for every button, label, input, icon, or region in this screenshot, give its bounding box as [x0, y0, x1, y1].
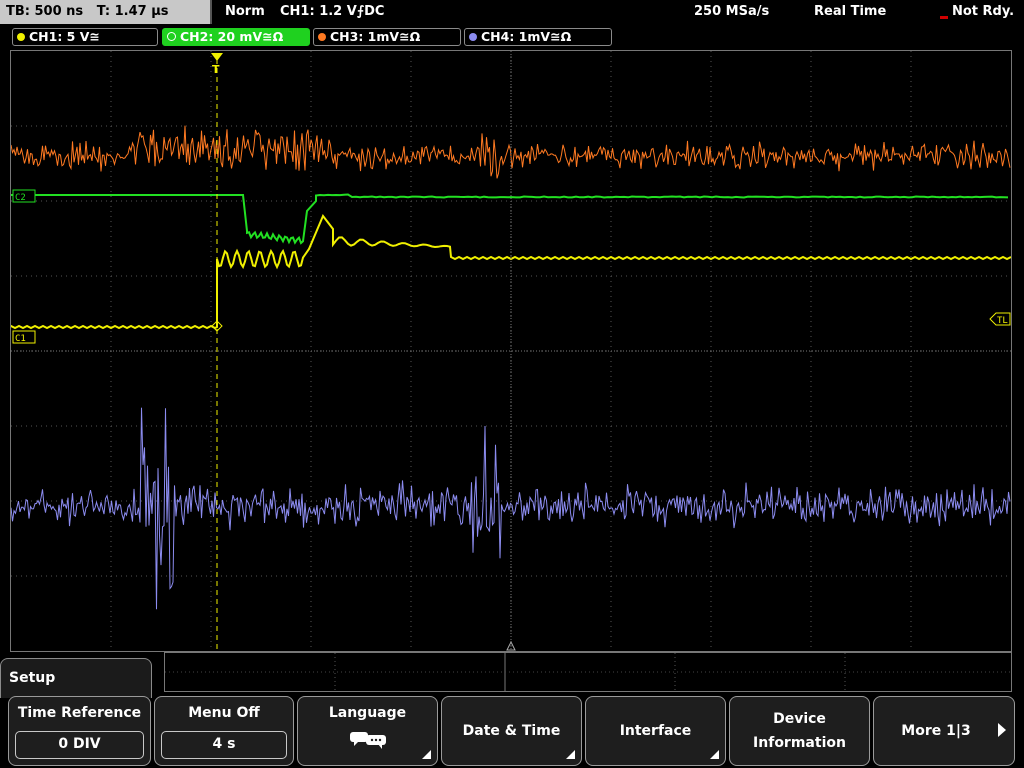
trigger-state: Not Rdy.	[952, 4, 1015, 19]
device-label: Device	[773, 711, 826, 727]
date-time-button[interactable]: Date & Time	[441, 696, 582, 766]
ch1-dot-icon	[17, 33, 25, 41]
lower-ruler	[164, 652, 1012, 692]
interface-button[interactable]: Interface	[585, 696, 726, 766]
tab-ch4[interactable]: CH4: 1mV≅Ω	[464, 28, 612, 46]
trigger-position-label: T	[212, 63, 220, 76]
ch3-coupling: ≅Ω	[399, 29, 421, 44]
more-button[interactable]: More 1|3	[873, 696, 1015, 766]
menu-off-button[interactable]: Menu Off 4 s	[154, 696, 294, 766]
ch2-ground-marker: C2	[12, 189, 36, 203]
date-time-label: Date & Time	[462, 723, 561, 739]
ch2-label: CH2: 20 mV	[180, 29, 263, 44]
tab-ch2[interactable]: CH2: 20 mV≅Ω	[162, 28, 310, 46]
ch1-label: CH1: 5 V	[29, 29, 90, 44]
menu-title: Setup	[0, 658, 152, 698]
time-reference-label: Time Reference	[17, 705, 142, 721]
ch3-trace	[11, 125, 1011, 179]
svg-text:C1: C1	[15, 334, 26, 344]
ch1-ground-marker: C1	[12, 330, 36, 344]
language-label: Language	[328, 705, 407, 721]
tab-ch1[interactable]: CH1: 5 V≅	[12, 28, 158, 46]
device-information-button[interactable]: Device Information	[729, 696, 870, 766]
status-indicator	[940, 16, 948, 19]
acquisition-mode[interactable]: Real Time	[814, 0, 886, 24]
svg-text:TL: TL	[997, 316, 1008, 326]
trigger-source-value: CH1: 1.2 V	[280, 4, 357, 19]
time-reference-button[interactable]: Time Reference 0 DIV	[8, 696, 151, 766]
trigger-position-icon	[211, 53, 223, 61]
ch4-label: CH4: 1mV	[481, 29, 551, 44]
waveform-svg: T C2 C1 TL	[11, 51, 1011, 651]
trigger-time-value: T: 1.47 µs	[96, 4, 169, 19]
submenu-corner-icon	[422, 750, 431, 759]
ch1-coupling: ≅	[89, 29, 100, 44]
information-label: Information	[753, 735, 846, 751]
interface-label: Interface	[619, 723, 692, 739]
ch4-coupling: ≅Ω	[550, 29, 572, 44]
submenu-corner-icon	[566, 750, 575, 759]
timebase-value: TB: 500 ns	[6, 4, 84, 19]
arrow-right-icon	[998, 723, 1006, 737]
ch3-dot-icon	[318, 33, 326, 41]
trigger-coupling: DC	[364, 4, 385, 19]
ch2-coupling: ≅Ω	[262, 29, 284, 44]
time-reference-value: 0 DIV	[15, 731, 144, 759]
svg-text:C2: C2	[15, 193, 26, 203]
ch3-label: CH3: 1mV	[330, 29, 400, 44]
ch2-trace	[11, 193, 1009, 245]
timebase-box[interactable]: TB: 500 ns T: 1.47 µs	[0, 0, 212, 24]
waveform-display[interactable]: T C2 C1 TL	[10, 50, 1012, 652]
ch2-dot-icon	[167, 32, 176, 41]
trigger-mode[interactable]: Norm	[225, 0, 265, 24]
menu-off-label: Menu Off	[188, 705, 260, 721]
trigger-level-marker: TL	[989, 312, 1011, 326]
ch4-dot-icon	[469, 33, 477, 41]
tab-ch3[interactable]: CH3: 1mV≅Ω	[313, 28, 461, 46]
trigger-source[interactable]: CH1: 1.2 V⨍DC	[280, 0, 384, 24]
submenu-corner-icon	[710, 750, 719, 759]
status-bar: TB: 500 ns T: 1.47 µs Norm CH1: 1.2 V⨍DC…	[0, 0, 1024, 24]
language-button[interactable]: Language	[297, 696, 438, 766]
sample-rate: 250 MSa/s	[694, 4, 770, 19]
speech-bubbles-icon	[350, 732, 386, 749]
menu-off-value: 4 s	[161, 731, 287, 759]
more-label: More 1|3	[901, 723, 971, 739]
